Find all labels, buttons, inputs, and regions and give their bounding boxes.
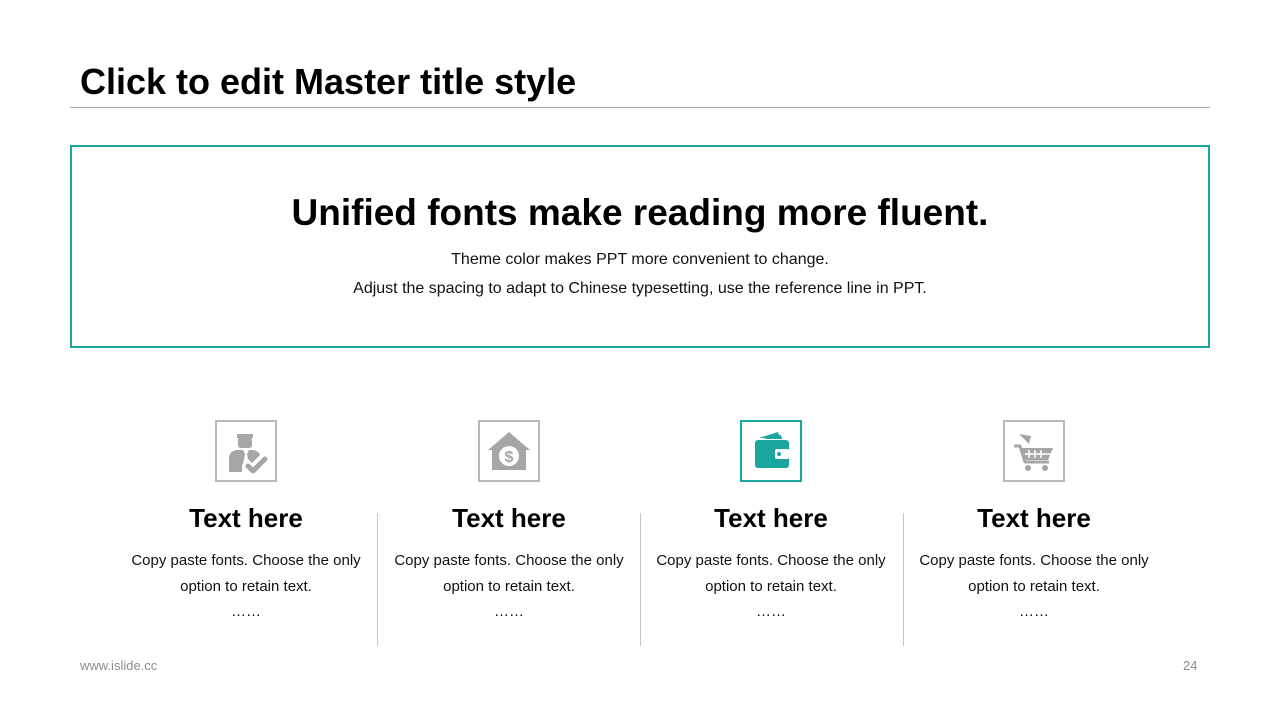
- feature-column-2[interactable]: $ Text here Copy paste fonts. Choose the…: [378, 420, 640, 646]
- feature-column-1[interactable]: Text here Copy paste fonts. Choose the o…: [115, 420, 377, 646]
- shopping-cart-icon: [1014, 434, 1053, 471]
- banner-heading[interactable]: Unified fonts make reading more fluent.: [72, 191, 1208, 235]
- icon-frame-3[interactable]: [740, 420, 802, 482]
- column-divider-2: [640, 513, 641, 646]
- column-body-text[interactable]: Copy paste fonts. Choose the only option…: [903, 548, 1165, 600]
- icon-frame-2[interactable]: $: [478, 420, 540, 482]
- businessman-check-icon: [229, 434, 268, 474]
- column-ellipsis: ……: [1019, 603, 1049, 620]
- footer-website: www.islide.cc: [80, 658, 158, 673]
- column-heading[interactable]: Text here: [903, 502, 1165, 534]
- column-body-text[interactable]: Copy paste fonts. Choose the only option…: [115, 548, 377, 600]
- column-heading[interactable]: Text here: [378, 502, 640, 534]
- title-underline: [70, 107, 1210, 108]
- feature-column-3[interactable]: Text here Copy paste fonts. Choose the o…: [640, 420, 902, 646]
- column-divider-3: [903, 513, 904, 646]
- banner-subtext-2[interactable]: Adjust the spacing to adapt to Chinese t…: [72, 279, 1208, 299]
- house-dollar-icon: $: [488, 432, 530, 470]
- svg-text:$: $: [505, 449, 514, 466]
- column-body-text[interactable]: Copy paste fonts. Choose the only option…: [378, 548, 640, 600]
- column-ellipsis: ……: [756, 603, 786, 620]
- slide-title[interactable]: Click to edit Master title style: [80, 60, 576, 104]
- column-ellipsis: ……: [494, 603, 524, 620]
- column-heading[interactable]: Text here: [640, 502, 902, 534]
- feature-column-4[interactable]: Text here Copy paste fonts. Choose the o…: [903, 420, 1165, 646]
- column-body-text[interactable]: Copy paste fonts. Choose the only option…: [640, 548, 902, 600]
- icon-frame-4[interactable]: [1003, 420, 1065, 482]
- highlight-banner[interactable]: Unified fonts make reading more fluent. …: [70, 145, 1210, 348]
- banner-subtext-1[interactable]: Theme color makes PPT more convenient to…: [72, 250, 1208, 270]
- icon-frame-1[interactable]: [215, 420, 277, 482]
- column-divider-1: [377, 513, 378, 646]
- page-number: 24: [1183, 658, 1198, 673]
- wallet-icon: [755, 432, 789, 468]
- column-ellipsis: ……: [231, 603, 261, 620]
- column-heading[interactable]: Text here: [115, 502, 377, 534]
